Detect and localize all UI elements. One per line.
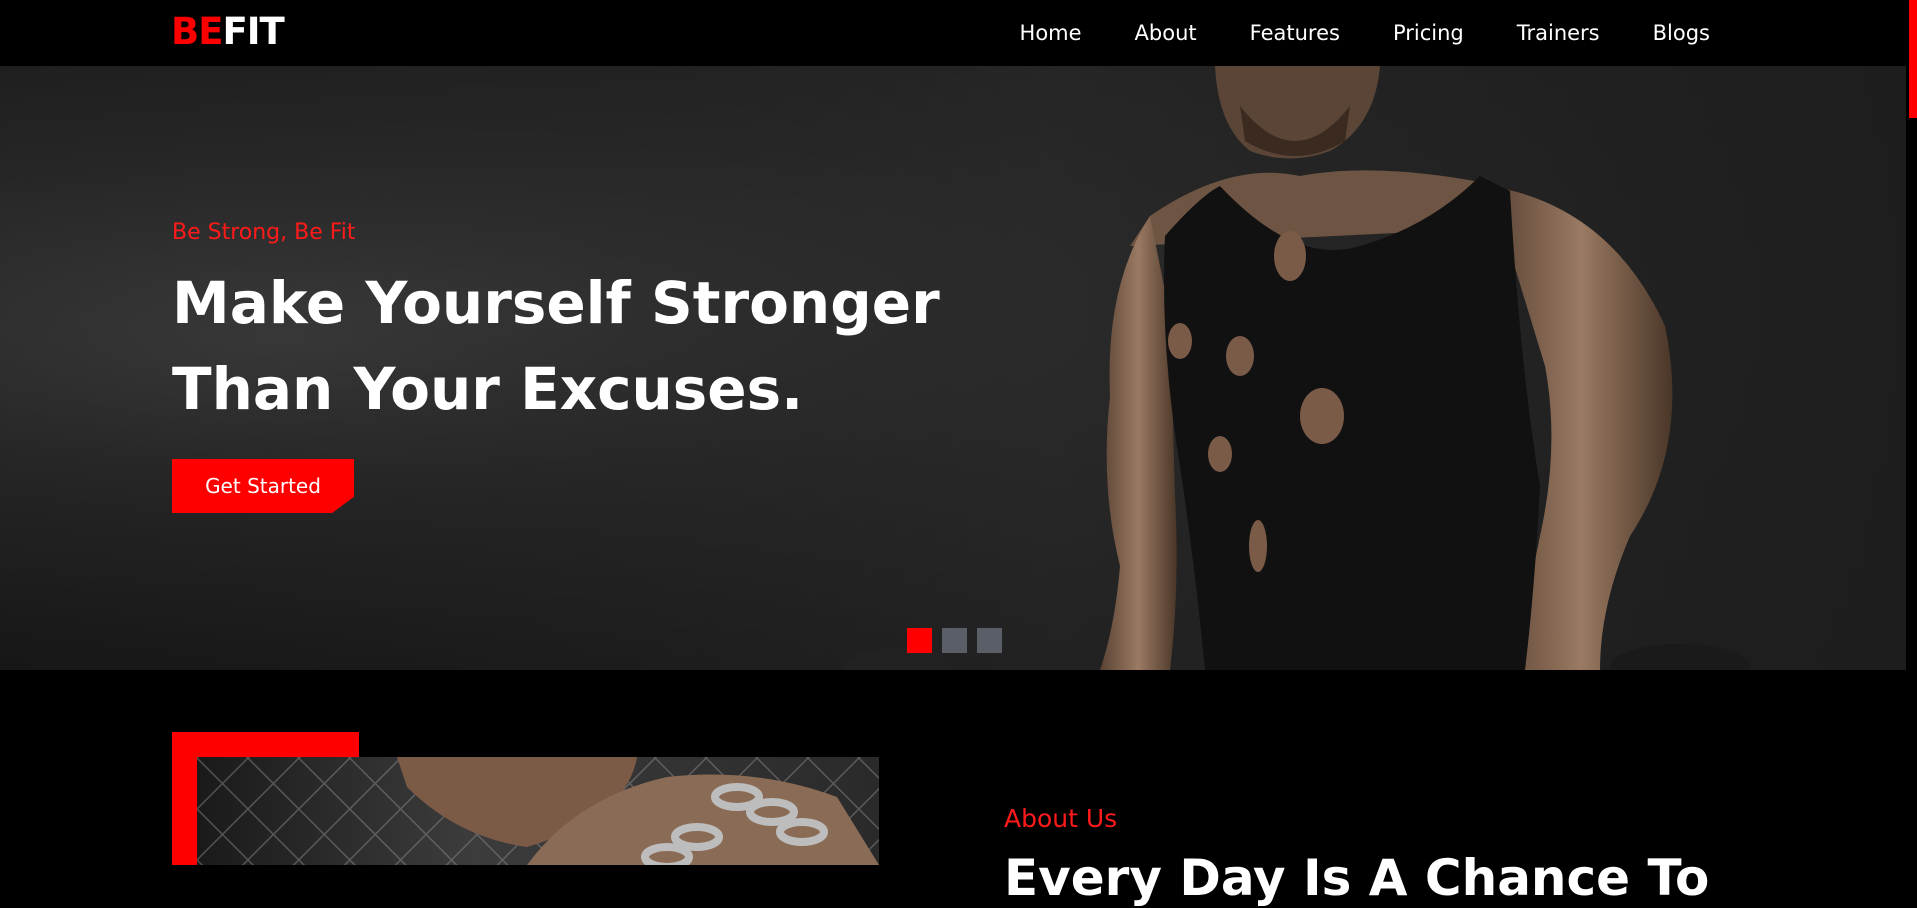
hero-headline-line1: Make Yourself Stronger xyxy=(172,269,940,337)
slider-dot-2[interactable] xyxy=(942,628,967,653)
hero-tagline: Be Strong, Be Fit xyxy=(172,220,356,245)
about-label: About Us xyxy=(1004,804,1118,833)
get-started-button[interactable]: Get Started xyxy=(172,459,354,513)
slider-dot-3[interactable] xyxy=(977,628,1002,653)
about-heading: Every Day Is A Chance To xyxy=(1004,849,1710,907)
hero-headline: Make Yourself Stronger Than Your Excuses… xyxy=(172,260,940,432)
about-frame-accent-top xyxy=(172,732,359,757)
about-athlete-image xyxy=(197,757,879,865)
page-scrollbar[interactable] xyxy=(1906,0,1917,865)
nav-link-blogs[interactable]: Blogs xyxy=(1653,21,1710,45)
hero-slider: Be Strong, Be Fit Make Yourself Stronger… xyxy=(0,66,1906,670)
chain-fence-image xyxy=(197,757,879,865)
hero-copy: Be Strong, Be Fit Make Yourself Stronger… xyxy=(172,218,940,432)
main-nav: Home About Features Pricing Trainers Blo… xyxy=(1020,0,1710,66)
nav-link-home[interactable]: Home xyxy=(1020,21,1082,45)
hero-headline-line2: Than Your Excuses. xyxy=(172,355,804,423)
nav-link-about[interactable]: About xyxy=(1135,21,1197,45)
about-frame-accent-left xyxy=(172,732,197,865)
slider-dots xyxy=(907,628,1002,653)
nav-link-pricing[interactable]: Pricing xyxy=(1393,21,1464,45)
about-section: About Us Every Day Is A Chance To xyxy=(0,670,1906,907)
logo-accent: BE xyxy=(171,10,223,53)
logo-rest: FIT xyxy=(222,10,284,53)
scrollbar-thumb[interactable] xyxy=(1909,0,1917,118)
nav-link-trainers[interactable]: Trainers xyxy=(1517,21,1600,45)
navbar: BEFIT Home About Features Pricing Traine… xyxy=(0,0,1906,66)
slider-dot-1[interactable] xyxy=(907,628,932,653)
brand-logo[interactable]: BEFIT xyxy=(171,9,285,55)
nav-link-features[interactable]: Features xyxy=(1250,21,1340,45)
